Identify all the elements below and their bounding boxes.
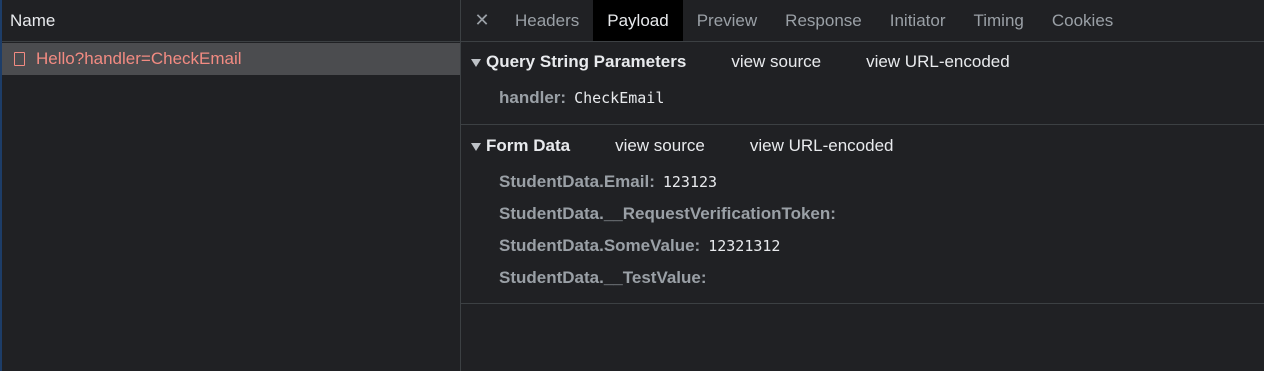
query-string-section: Query String Parameters view source view… bbox=[461, 42, 1264, 125]
form-param-row: StudentData.SomeValue: 12321312 bbox=[461, 230, 1264, 262]
form-view-url-encoded-link[interactable]: view URL-encoded bbox=[750, 136, 894, 156]
name-column-header[interactable]: Name bbox=[2, 0, 460, 42]
form-data-header[interactable]: Form Data view source view URL-encoded bbox=[461, 126, 1264, 166]
param-value: 123123 bbox=[662, 173, 718, 191]
request-name: Hello?handler=CheckEmail bbox=[36, 49, 242, 68]
param-key: StudentData.__RequestVerificationToken: bbox=[499, 204, 836, 223]
tab-initiator[interactable]: Initiator bbox=[876, 0, 960, 41]
request-list: Name Hello?handler=CheckEmail bbox=[2, 0, 461, 371]
document-icon bbox=[14, 52, 25, 66]
param-key: StudentData.Email: bbox=[499, 172, 655, 191]
query-string-header[interactable]: Query String Parameters view source view… bbox=[461, 42, 1264, 82]
form-param-row: StudentData.__TestValue: bbox=[461, 262, 1264, 294]
param-value: CheckEmail bbox=[574, 89, 665, 107]
param-key: handler: bbox=[499, 88, 567, 107]
request-row[interactable]: Hello?handler=CheckEmail bbox=[2, 43, 460, 75]
tab-response[interactable]: Response bbox=[771, 0, 876, 41]
tab-timing[interactable]: Timing bbox=[959, 0, 1037, 41]
query-view-url-encoded-link[interactable]: view URL-encoded bbox=[866, 52, 1010, 72]
param-key: StudentData.__TestValue: bbox=[499, 268, 707, 287]
form-param-row: StudentData.Email: 123123 bbox=[461, 166, 1264, 198]
expand-triangle-icon[interactable] bbox=[471, 143, 481, 151]
form-data-section: Form Data view source view URL-encoded S… bbox=[461, 126, 1264, 304]
param-key: StudentData.SomeValue: bbox=[499, 236, 701, 255]
request-detail: ✕ Headers Payload Preview Response Initi… bbox=[461, 0, 1264, 371]
tab-payload[interactable]: Payload bbox=[593, 0, 683, 41]
detail-tabbar: ✕ Headers Payload Preview Response Initi… bbox=[461, 0, 1264, 42]
param-value: 12321312 bbox=[708, 237, 781, 255]
expand-triangle-icon[interactable] bbox=[471, 59, 481, 67]
tab-cookies[interactable]: Cookies bbox=[1038, 0, 1127, 41]
query-param-row: handler: CheckEmail bbox=[461, 82, 1264, 114]
tab-headers[interactable]: Headers bbox=[501, 0, 593, 41]
tab-preview[interactable]: Preview bbox=[683, 0, 771, 41]
form-param-row: StudentData.__RequestVerificationToken: bbox=[461, 198, 1264, 230]
query-string-title: Query String Parameters bbox=[486, 52, 687, 71]
devtools-network-panel: Name Hello?handler=CheckEmail ✕ Headers … bbox=[0, 0, 1264, 371]
close-icon[interactable]: ✕ bbox=[471, 0, 493, 41]
query-view-source-link[interactable]: view source bbox=[731, 52, 821, 72]
form-data-title: Form Data bbox=[486, 136, 571, 155]
form-view-source-link[interactable]: view source bbox=[615, 136, 705, 156]
